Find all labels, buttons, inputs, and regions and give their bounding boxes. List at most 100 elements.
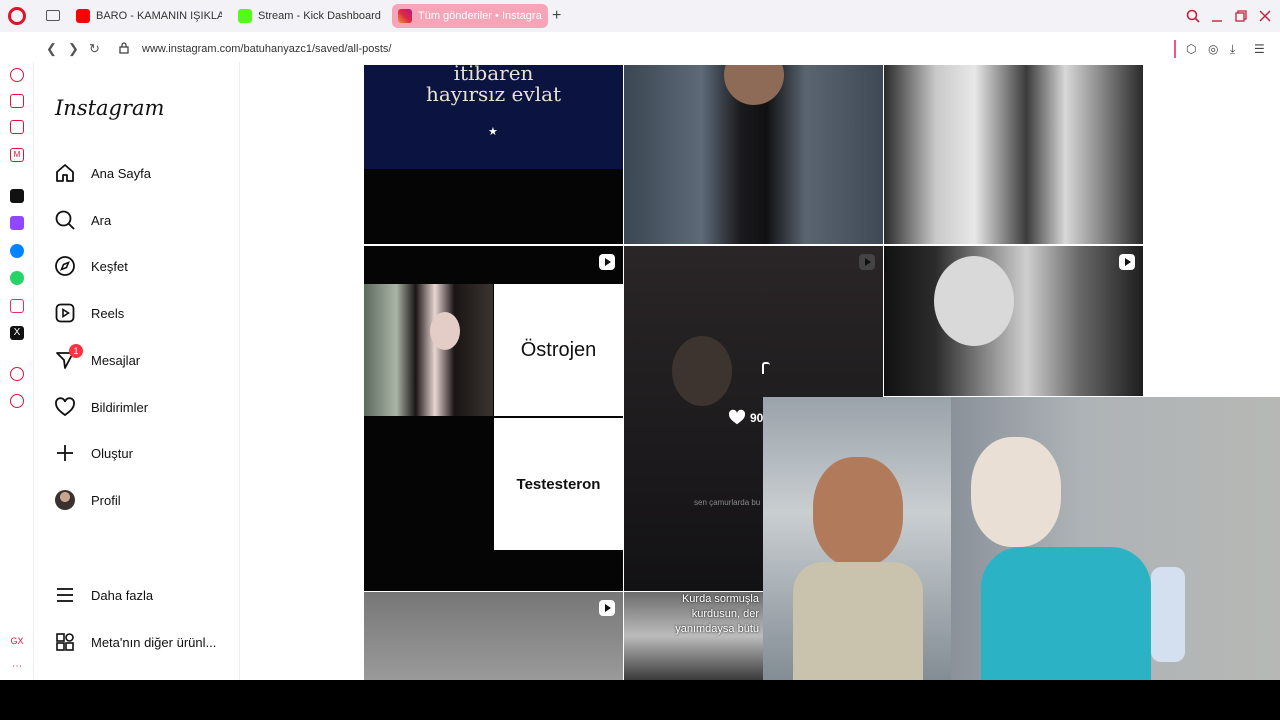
tab-label: Stream - Kick Dashboard <box>258 10 381 22</box>
tab-island-icon[interactable] <box>46 10 60 21</box>
nav-label: Profil <box>91 492 121 508</box>
instagram-icon[interactable] <box>10 299 24 313</box>
bottom-black-bar <box>0 680 1280 720</box>
account-icon[interactable]: ◎ <box>1208 42 1218 56</box>
back-icon[interactable]: ❮ <box>46 41 57 57</box>
gx-icon[interactable]: GX <box>10 634 24 648</box>
reel-icon <box>599 254 615 270</box>
nav-search[interactable]: Ara <box>53 205 111 235</box>
post-tile[interactable]: Östrojen Testesteron <box>364 246 623 591</box>
twitch-icon[interactable] <box>10 216 24 230</box>
cursor-hand-icon <box>762 362 770 374</box>
more-dots-icon[interactable]: ⋯ <box>10 660 24 674</box>
ai-icon[interactable] <box>10 94 24 108</box>
post-text: Östrojen <box>494 284 623 416</box>
nav-label: Mesajlar <box>91 352 141 368</box>
instagram-sidebar: Instagram Ana Sayfa Ara Keşfet Reels 1 M… <box>35 62 240 680</box>
meta-apps-icon <box>53 630 77 654</box>
post-caption: sen çamurlarda bu <box>694 498 761 507</box>
nav-messages[interactable]: 1 Mesajlar <box>53 344 141 375</box>
webcam-overlay <box>763 397 1280 687</box>
tab-label: BARO - KAMANIN IŞIKLAF <box>96 10 222 22</box>
tab-label: Tüm gönderiler • Instagra <box>418 10 542 22</box>
post-image <box>724 65 784 105</box>
post-tile[interactable] <box>624 65 883 244</box>
mail-icon[interactable]: M <box>10 148 24 162</box>
nav-more[interactable]: Daha fazla <box>53 580 153 610</box>
nav-meta[interactable]: Meta'nın diğer ürünl... <box>53 627 216 657</box>
forward-icon[interactable]: ❯ <box>68 41 79 57</box>
menu-icon[interactable]: ☰ <box>1254 42 1265 56</box>
nav-notifications[interactable]: Bildirimler <box>53 392 148 422</box>
likes-count: 90 <box>750 411 764 425</box>
reel-icon <box>599 600 615 616</box>
ad-block-indicator <box>1174 40 1176 58</box>
pinboard-icon[interactable] <box>10 120 24 134</box>
browser-window: BARO - KAMANIN IŞIKLAF Stream - Kick Das… <box>0 0 1280 720</box>
webcam-left-feed <box>763 397 951 687</box>
nav-reels[interactable]: Reels <box>53 298 124 328</box>
minimize-icon[interactable] <box>1210 9 1224 23</box>
nav-label: Keşfet <box>91 258 128 274</box>
compass-icon <box>53 254 77 278</box>
reload-icon[interactable]: ↻ <box>89 41 100 57</box>
address-bar: ❮ ❯ ↻ www.instagram.com/batuhanyazc1/sav… <box>36 36 1280 62</box>
post-tile[interactable] <box>364 592 623 680</box>
nav-label: Bildirimler <box>91 399 149 415</box>
instagram-icon <box>398 9 412 23</box>
heart-icon <box>53 395 77 419</box>
post-text: Testesteron <box>494 418 623 550</box>
youtube-icon <box>76 9 90 23</box>
home-icon <box>53 161 77 185</box>
url-field[interactable]: www.instagram.com/batuhanyazc1/saved/all… <box>142 43 391 55</box>
post-tile[interactable] <box>884 246 1143 396</box>
post-image <box>364 284 493 416</box>
avatar <box>55 490 75 510</box>
post-tile[interactable]: itibaren hayırsız evlat ★ <box>364 65 623 244</box>
nav-label: Meta'nın diğer ürünl... <box>91 634 217 650</box>
tab-youtube[interactable]: BARO - KAMANIN IŞIKLAF <box>70 4 222 28</box>
close-icon[interactable] <box>1258 9 1272 23</box>
messenger-icon[interactable] <box>10 244 24 258</box>
tab-instagram[interactable]: Tüm gönderiler • Instagra <box>392 4 548 28</box>
hamburger-icon <box>53 583 77 607</box>
new-tab-button[interactable]: + <box>552 7 561 25</box>
tiktok-like-icon[interactable] <box>10 189 24 203</box>
search-tabs-icon[interactable] <box>1186 9 1200 23</box>
opera-sidebar: M X GX ⋯ <box>0 62 34 680</box>
nav-profile[interactable]: Profil <box>53 485 121 515</box>
reel-icon <box>1119 254 1135 270</box>
restore-icon[interactable] <box>1234 9 1248 23</box>
nav-label: Ara <box>91 212 112 228</box>
post-text: hayırsız evlat <box>425 82 562 106</box>
extensions-icon[interactable]: ⬡ <box>1186 42 1196 56</box>
search-icon <box>53 208 77 232</box>
post-caption: Kurda sormuşla kurdusun, der yanımdaysa … <box>675 593 759 635</box>
x-icon[interactable]: X <box>10 326 24 340</box>
nav-explore[interactable]: Keşfet <box>53 251 128 281</box>
post-image <box>672 336 732 406</box>
unread-badge: 1 <box>69 344 83 358</box>
player-icon[interactable] <box>10 367 24 381</box>
lock-icon <box>119 42 129 54</box>
download-icon[interactable]: ⤓ <box>1230 42 1235 57</box>
likes-heart-icon <box>728 409 750 425</box>
history-icon[interactable] <box>10 68 24 82</box>
plus-icon <box>53 441 77 465</box>
whatsapp-icon[interactable] <box>10 271 24 285</box>
tab-bar: BARO - KAMANIN IŞIKLAF Stream - Kick Das… <box>0 0 1280 32</box>
tab-kick[interactable]: Stream - Kick Dashboard <box>232 4 382 28</box>
messenger-icon: 1 <box>53 344 83 372</box>
instagram-logo[interactable]: Instagram <box>55 96 164 120</box>
star-icon: ★ <box>488 126 498 138</box>
nav-label: Ana Sayfa <box>91 165 151 181</box>
post-tile[interactable] <box>884 65 1143 244</box>
nav-label: Reels <box>91 305 125 321</box>
clock-icon[interactable] <box>10 394 24 408</box>
nav-create[interactable]: Oluştur <box>53 438 133 468</box>
post-image <box>934 256 1014 346</box>
kick-icon <box>238 9 252 23</box>
webcam-right-feed <box>951 397 1280 687</box>
nav-home[interactable]: Ana Sayfa <box>53 158 151 188</box>
opera-logo-icon[interactable] <box>8 7 26 25</box>
